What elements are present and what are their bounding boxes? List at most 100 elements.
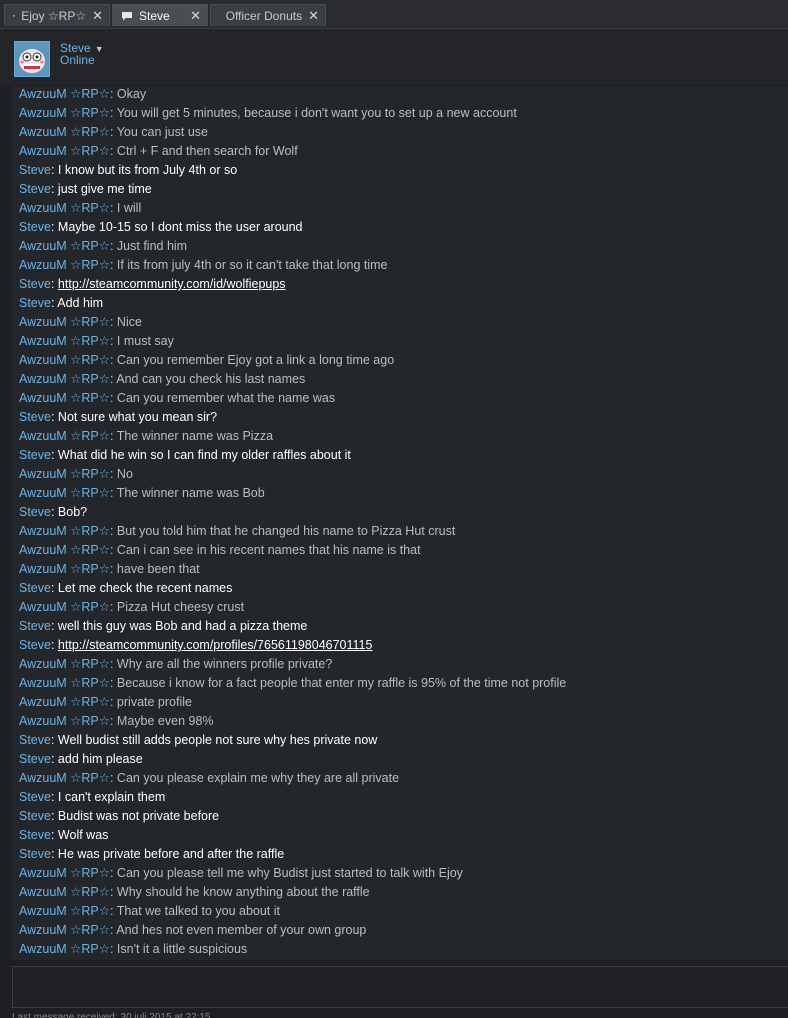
last-message-timestamp: Last message received: 30 juli 2015 at 2… — [12, 1012, 211, 1018]
chat-message: Steve: add him please — [12, 750, 788, 769]
message-text: Isn't it a little suspicious — [116, 942, 248, 956]
message-separator: : — [109, 391, 117, 405]
message-separator: : — [109, 562, 117, 576]
message-sender[interactable]: AwzuuM ☆RP☆ — [19, 372, 110, 386]
message-text: add him please — [57, 752, 143, 766]
message-sender[interactable]: AwzuuM ☆RP☆ — [19, 353, 110, 367]
message-text: Add him — [57, 296, 104, 310]
message-sender[interactable]: AwzuuM ☆RP☆ — [19, 106, 110, 120]
message-sender[interactable]: Steve — [19, 752, 51, 766]
chat-message: Steve: Well budist still adds people not… — [12, 731, 788, 750]
message-separator: : — [109, 239, 117, 253]
chat-message: AwzuuM ☆RP☆: I will — [12, 199, 788, 218]
message-sender[interactable]: Steve — [19, 277, 51, 291]
message-sender[interactable]: AwzuuM ☆RP☆ — [19, 885, 110, 899]
chat-message: AwzuuM ☆RP☆: private profile — [12, 693, 788, 712]
message-text: That we talked to you about it — [116, 904, 280, 918]
message-sender[interactable]: AwzuuM ☆RP☆ — [19, 239, 110, 253]
message-sender[interactable]: AwzuuM ☆RP☆ — [19, 315, 110, 329]
message-link[interactable]: http://steamcommunity.com/id/wolfiepups — [58, 277, 286, 291]
message-sender[interactable]: Steve — [19, 182, 51, 196]
chat-message: AwzuuM ☆RP☆: Because i know for a fact p… — [12, 674, 788, 693]
message-sender[interactable]: AwzuuM ☆RP☆ — [19, 201, 110, 215]
message-text: Let me check the recent names — [57, 581, 233, 595]
chat-message: AwzuuM ☆RP☆: Maybe even 98% — [12, 712, 788, 731]
avatar[interactable] — [14, 41, 50, 77]
message-sender[interactable]: AwzuuM ☆RP☆ — [19, 771, 110, 785]
message-sender[interactable]: AwzuuM ☆RP☆ — [19, 125, 110, 139]
message-separator: : — [50, 448, 58, 462]
message-separator: : — [50, 733, 58, 747]
message-separator: : — [109, 486, 117, 500]
message-text: You will get 5 minutes, because i don't … — [116, 106, 517, 120]
message-separator: : — [50, 828, 58, 842]
tab-steve[interactable]: Steve ✕ — [112, 4, 208, 26]
message-sender[interactable]: AwzuuM ☆RP☆ — [19, 695, 110, 709]
message-sender[interactable]: Steve — [19, 638, 51, 652]
message-sender[interactable]: AwzuuM ☆RP☆ — [19, 429, 110, 443]
chat-message: Steve: Add him — [12, 294, 788, 313]
message-input[interactable] — [12, 966, 788, 1008]
message-sender[interactable]: AwzuuM ☆RP☆ — [19, 467, 110, 481]
message-sender[interactable]: AwzuuM ☆RP☆ — [19, 144, 110, 158]
message-sender[interactable]: AwzuuM ☆RP☆ — [19, 600, 110, 614]
chat-message: AwzuuM ☆RP☆: Pizza Hut cheesy crust — [12, 598, 788, 617]
message-separator: : — [109, 106, 117, 120]
chat-message: AwzuuM ☆RP☆: Just find him — [12, 237, 788, 256]
message-sender[interactable]: Steve — [19, 505, 51, 519]
message-sender[interactable]: Steve — [19, 410, 51, 424]
message-sender[interactable]: Steve — [19, 581, 51, 595]
message-sender[interactable]: AwzuuM ☆RP☆ — [19, 258, 110, 272]
message-sender[interactable]: AwzuuM ☆RP☆ — [19, 87, 110, 101]
message-text: Because i know for a fact people that en… — [116, 676, 567, 690]
message-sender[interactable]: Steve — [19, 733, 51, 747]
chevron-down-icon[interactable]: ▼ — [95, 44, 104, 54]
message-sender[interactable]: Steve — [19, 220, 51, 234]
message-separator: : — [109, 334, 117, 348]
chat-message: AwzuuM ☆RP☆: You will get 5 minutes, bec… — [12, 104, 788, 123]
message-separator: : — [109, 524, 117, 538]
chat-log[interactable]: AwzuuM ☆RP☆: Okay AwzuuM ☆RP☆: You will g… — [12, 86, 788, 960]
message-sender[interactable]: AwzuuM ☆RP☆ — [19, 524, 110, 538]
message-sender[interactable]: Steve — [19, 296, 51, 310]
message-text: What did he win so I can find my older r… — [57, 448, 351, 462]
message-sender[interactable]: Steve — [19, 847, 51, 861]
message-sender[interactable]: Steve — [19, 790, 51, 804]
chat-message: Steve: http://steamcommunity.com/profile… — [12, 636, 788, 655]
message-separator: : — [109, 543, 117, 557]
close-icon[interactable]: ✕ — [92, 8, 103, 24]
tab-officer-donuts[interactable]: Officer Donuts ✕ — [210, 4, 326, 26]
message-sender[interactable]: AwzuuM ☆RP☆ — [19, 676, 110, 690]
message-sender[interactable]: AwzuuM ☆RP☆ — [19, 562, 110, 576]
message-sender[interactable]: AwzuuM ☆RP☆ — [19, 904, 110, 918]
message-sender[interactable]: Steve — [19, 163, 51, 177]
message-sender[interactable]: AwzuuM ☆RP☆ — [19, 657, 110, 671]
message-sender[interactable]: Steve — [19, 448, 51, 462]
message-sender[interactable]: Steve — [19, 828, 51, 842]
message-sender[interactable]: AwzuuM ☆RP☆ — [19, 923, 110, 937]
message-sender[interactable]: AwzuuM ☆RP☆ — [19, 391, 110, 405]
chat-message: AwzuuM ☆RP☆: Isn't it a little suspiciou… — [12, 940, 788, 959]
message-sender[interactable]: AwzuuM ☆RP☆ — [19, 714, 110, 728]
chat-message: Steve: Bob? — [12, 503, 788, 522]
message-link[interactable]: http://steamcommunity.com/profiles/76561… — [58, 638, 373, 652]
message-sender[interactable]: AwzuuM ☆RP☆ — [19, 942, 110, 956]
message-text: Why are all the winners profile private? — [116, 657, 333, 671]
message-text: Why should he know anything about the ra… — [116, 885, 370, 899]
close-icon[interactable]: ✕ — [190, 8, 201, 24]
message-sender[interactable]: AwzuuM ☆RP☆ — [19, 486, 110, 500]
message-sender[interactable]: Steve — [19, 619, 51, 633]
message-text: The winner name was Pizza — [116, 429, 274, 443]
message-text: No — [116, 467, 133, 481]
message-text: Ctrl + F and then search for Wolf — [116, 144, 298, 158]
chat-tab-bar: Ejoy ☆RP☆ ✕ Steve ✕ Officer Donuts ✕ — [0, 0, 788, 29]
message-sender[interactable]: AwzuuM ☆RP☆ — [19, 334, 110, 348]
message-text: Can you please explain me why they are a… — [116, 771, 400, 785]
message-sender[interactable]: Steve — [19, 809, 51, 823]
tab-ejoy[interactable]: Ejoy ☆RP☆ ✕ — [4, 4, 110, 26]
message-sender[interactable]: AwzuuM ☆RP☆ — [19, 866, 110, 880]
message-sender[interactable]: AwzuuM ☆RP☆ — [19, 543, 110, 557]
message-text: Wolf was — [57, 828, 109, 842]
close-icon[interactable]: ✕ — [308, 8, 319, 24]
message-separator: : — [50, 505, 58, 519]
